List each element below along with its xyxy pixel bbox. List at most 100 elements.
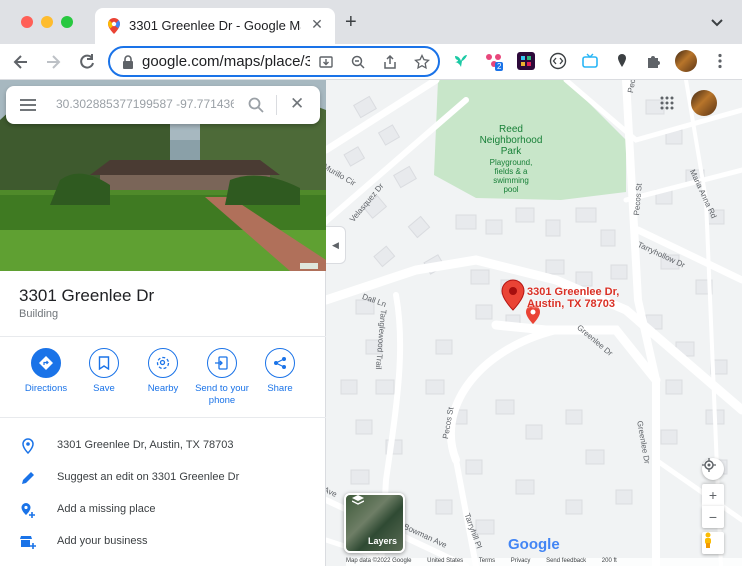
zoom-out-button[interactable]: − [702,506,724,528]
extension-network-icon[interactable]: 2 [485,52,504,71]
back-arrow-icon[interactable] [11,52,31,72]
directions-button[interactable]: Directions [16,348,76,395]
url-text[interactable]: google.com/maps/place/3301+Greenlee+Dr [142,53,310,70]
search-icon[interactable] [248,97,264,113]
layers-button[interactable]: Layers [344,493,405,553]
pencil-icon [22,472,34,484]
share-label: Share [267,383,293,394]
tab-strip: 3301 Greenlee Dr - Google Maps ✕ + [0,0,742,44]
add-place-icon [21,503,35,518]
add-business-row[interactable]: Add your business [0,526,326,558]
address-row[interactable]: 3301 Greenlee Dr, Austin, TX 78703 [0,430,326,462]
pin-label-line-1: 3301 Greenlee Dr, [527,286,620,298]
send-to-phone-button[interactable]: Send to your phone [191,348,253,407]
extension-tv-icon[interactable] [581,52,599,70]
share-page-icon[interactable] [382,54,398,70]
extensions-puzzle-icon[interactable] [645,52,663,70]
address-text: 3301 Greenlee Dr, Austin, TX 78703 [57,439,234,451]
park-name-line-1[interactable]: Reed [476,125,546,135]
add-business-text: Add your business [57,535,148,547]
pin-label[interactable]: 3301 Greenlee Dr, Austin, TX 78703 [527,286,619,310]
extension-code-icon[interactable] [549,52,567,70]
browser-toolbar: google.com/maps/place/3301+Greenlee+Dr [0,44,742,80]
menu-hamburger-icon[interactable] [20,98,36,112]
extension-pin-icon[interactable] [613,52,631,70]
google-apps-grid-icon[interactable] [659,95,675,111]
save-label: Save [93,383,115,394]
share-icon [274,357,286,369]
scale-label[interactable]: 200 ft [602,558,617,564]
close-window-button[interactable] [21,16,33,28]
collapse-panel-button[interactable]: ◀ [326,226,346,264]
terms-link[interactable]: Terms [479,558,495,564]
zoom-icon[interactable] [350,54,366,70]
directions-label: Directions [24,383,68,394]
tab-search-chevron-icon[interactable] [710,16,724,30]
park-name-line-3[interactable]: Park [476,147,546,157]
extension-badge: 2 [495,62,504,71]
nearby-icon-circle [148,348,178,378]
send-feedback-link[interactable]: Send feedback [546,558,586,564]
bookmark-icon [98,356,110,370]
maximize-window-button[interactable] [61,16,73,28]
nearby-button[interactable]: Nearby [133,348,193,395]
place-panel: 30.302885377199587 -97.771436 ✕ 3301 Gre… [0,80,326,566]
share-button[interactable]: Share [250,348,310,395]
location-pin-icon [22,438,34,454]
map-canvas[interactable]: Reed Neighborhood Park Playground, field… [326,80,742,566]
tab-close-icon[interactable]: ✕ [309,16,325,33]
send-to-phone-icon [215,356,228,370]
browser-tab[interactable]: 3301 Greenlee Dr - Google Maps ✕ [95,8,335,44]
install-app-icon[interactable] [318,54,334,70]
extension-slack-icon[interactable] [517,52,535,70]
suggest-edit-text: Suggest an edit on 3301 Greenlee Dr [57,471,240,483]
forward-arrow-icon[interactable] [43,52,63,72]
extension-bird-icon[interactable] [452,52,470,70]
layers-icon [352,495,364,505]
reload-icon[interactable] [77,52,97,72]
privacy-link[interactable]: Privacy [511,558,531,564]
browser-menu-icon[interactable] [711,52,729,70]
my-location-icon [702,458,716,472]
lock-icon[interactable] [122,55,134,69]
place-type[interactable]: Building [19,308,58,320]
pin-label-line-2: Austin, TX 78703 [527,298,616,310]
layers-label: Layers [368,536,398,546]
google-logo: Google [508,536,560,553]
suggest-edit-row[interactable]: Suggest an edit on 3301 Greenlee Dr [0,462,326,494]
directions-icon-circle [31,348,61,378]
send-to-phone-label: Send to your phone [195,383,249,406]
share-icon-circle [265,348,295,378]
profile-avatar[interactable] [675,50,697,72]
search-input[interactable]: 30.302885377199587 -97.771436 [56,97,234,111]
search-divider [276,95,277,115]
place-title: 3301 Greenlee Dr [19,286,155,305]
new-tab-button[interactable]: + [345,12,357,32]
country-link[interactable]: United States [427,558,463,564]
google-maps-favicon-icon [108,18,120,34]
divider [0,336,326,337]
save-button[interactable]: Save [74,348,134,395]
pegman-street-view-button[interactable] [702,532,724,554]
add-missing-place-row[interactable]: Add a missing place [0,494,326,526]
add-missing-place-text: Add a missing place [57,503,156,515]
map-footer: Map data ©2022 Google United States Term… [346,558,742,566]
pegman-icon [705,532,711,548]
bookmark-star-icon[interactable] [414,54,430,70]
chevron-left-icon: ◀ [332,239,339,250]
clear-search-close-icon[interactable]: ✕ [290,94,304,114]
my-location-button[interactable] [702,458,724,480]
nearby-label: Nearby [147,383,179,394]
zoom-in-button[interactable]: + [702,484,724,506]
add-business-icon [20,536,36,549]
park-description-line-1: Playground, [489,158,533,167]
park-description-line-4: pool [503,185,519,194]
address-bar[interactable]: google.com/maps/place/3301+Greenlee+Dr [108,46,440,77]
minimize-window-button[interactable] [41,16,53,28]
account-avatar[interactable] [691,90,717,116]
send-to-phone-icon-circle [207,348,237,378]
park-description-line-2: fields & a [494,167,528,176]
park-description-line-3: swimming [493,176,529,185]
search-box[interactable]: 30.302885377199587 -97.771436 ✕ [6,86,320,124]
park-name-line-2[interactable]: Neighborhood [476,136,546,146]
